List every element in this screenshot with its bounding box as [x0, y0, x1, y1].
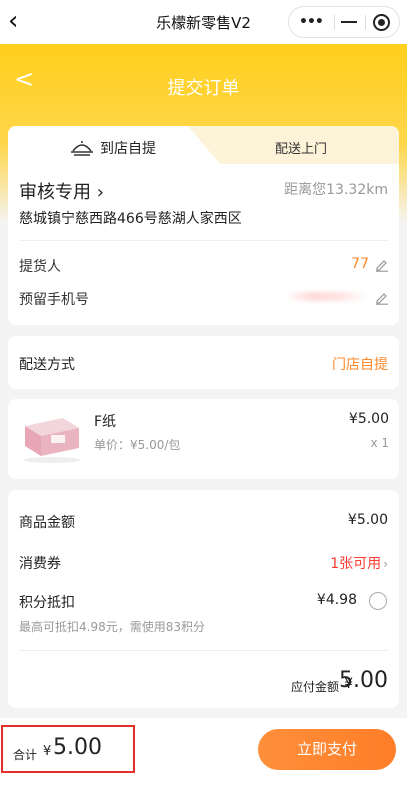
minimize-icon[interactable] [341, 21, 357, 23]
store-name[interactable]: 审核专用 › [19, 178, 104, 204]
divider [19, 650, 388, 651]
total-label: 合计 [13, 748, 38, 762]
pickup-person-value[interactable]: 77 [351, 256, 369, 272]
product-name: F纸 [94, 414, 117, 430]
product-price: ¥5.00 [348, 411, 389, 427]
phone-value-redacted[interactable] [285, 292, 367, 301]
edit-icon[interactable] [375, 258, 389, 272]
nav-bar: ‹ 乐檬新零售V2 ••• [0, 0, 407, 44]
pickup-card: 到店自提 配送上门 审核专用 › 距离您13.32km 慈城镇宁慈西路466号慈… [8, 126, 399, 325]
edit-icon[interactable] [375, 291, 389, 305]
capsule-divider [334, 15, 335, 30]
points-label: 积分抵扣 [19, 595, 75, 611]
total-currency: ¥ [43, 744, 52, 759]
tab-delivery[interactable]: 配送上门 [275, 138, 327, 157]
phone-label: 预留手机号 [19, 292, 89, 308]
product-item: F纸 ¥5.00 单价：¥5.00/包 x 1 [8, 399, 399, 479]
goods-amount-value: ¥5.00 [347, 512, 388, 528]
delivery-method-row[interactable]: 配送方式 门店自提 [8, 336, 399, 389]
coupon-selector[interactable]: 1张可用 › [330, 553, 388, 573]
payable-amount: 5.00 [339, 668, 388, 693]
total-amount: 5.00 [53, 735, 102, 760]
pickup-person-label: 提货人 [19, 259, 61, 275]
close-icon[interactable] [373, 14, 390, 31]
chevron-right-icon: › [96, 182, 104, 203]
goods-amount-label: 商品金额 [19, 515, 75, 531]
store-distance: 距离您13.32km [284, 182, 388, 198]
store-address: 慈城镇宁慈西路466号慈湖人家西区 [19, 211, 242, 227]
payable-label: 应付金额 [290, 680, 339, 694]
chevron-right-icon: › [383, 557, 388, 571]
divider [19, 240, 388, 241]
more-icon[interactable]: ••• [299, 15, 331, 29]
product-image [17, 404, 85, 472]
points-note: 最高可抵扣4.98元，需使用83积分 [19, 620, 205, 634]
product-quantity: x 1 [370, 436, 389, 450]
delivery-method-value[interactable]: 门店自提 [332, 354, 388, 374]
coupon-label: 消费券 [19, 556, 61, 572]
checkout-bar: 合计 ¥ 5.00 立即支付 [0, 718, 407, 785]
product-unit-price: 单价：¥5.00/包 [94, 438, 181, 452]
tab-pickup-label[interactable]: 到店自提 [100, 138, 156, 158]
store-icon [71, 141, 93, 156]
capsule-menu: ••• [288, 6, 400, 38]
page-title: 提交订单 [167, 78, 240, 99]
points-value: ¥4.98 [316, 592, 357, 608]
order-summary: 商品金额 ¥5.00 消费券 1张可用 › 积分抵扣 ¥4.98 最高可抵扣4.9… [8, 490, 399, 708]
capsule-divider [365, 15, 366, 30]
delivery-method-label: 配送方式 [19, 357, 75, 373]
points-radio[interactable] [369, 592, 387, 610]
pay-now-button[interactable]: 立即支付 [258, 729, 396, 770]
